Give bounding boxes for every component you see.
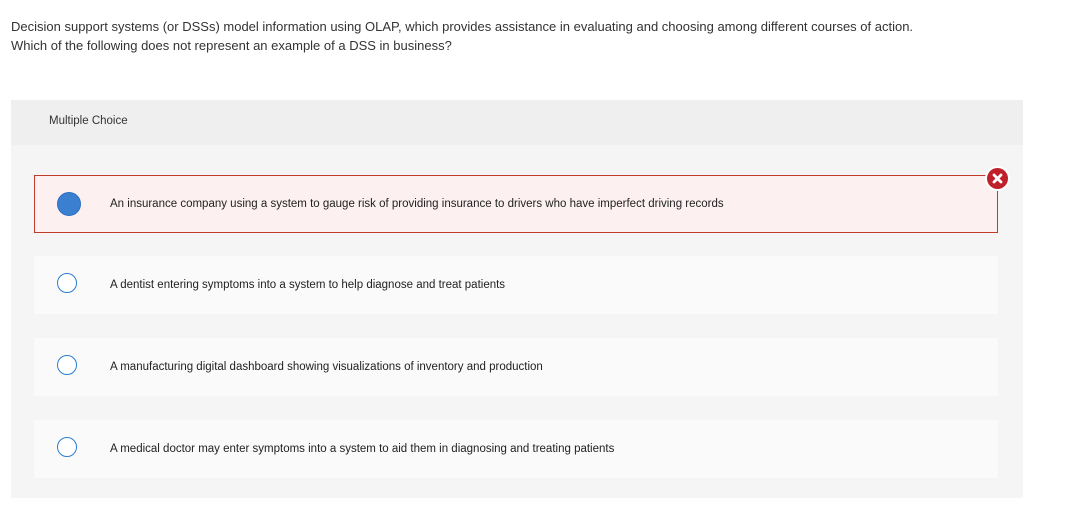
- question-line-2: Which of the following does not represen…: [11, 38, 452, 53]
- panel-header: Multiple Choice: [11, 100, 1023, 145]
- close-circle-icon: [987, 168, 1008, 189]
- option-label: An insurance company using a system to g…: [110, 198, 724, 210]
- radio-button[interactable]: [57, 437, 77, 457]
- radio-button[interactable]: [57, 355, 77, 375]
- multiple-choice-panel: Multiple Choice An insurance company usi…: [11, 100, 1023, 498]
- radio-button[interactable]: [57, 273, 77, 293]
- option-3[interactable]: A manufacturing digital dashboard showin…: [34, 338, 998, 396]
- option-4[interactable]: A medical doctor may enter symptoms into…: [34, 420, 998, 478]
- option-2[interactable]: A dentist entering symptoms into a syste…: [34, 256, 998, 314]
- radio-button-selected[interactable]: [57, 192, 81, 216]
- option-label: A medical doctor may enter symptoms into…: [110, 443, 615, 455]
- option-label: A dentist entering symptoms into a syste…: [110, 279, 506, 291]
- option-label: A manufacturing digital dashboard showin…: [110, 361, 543, 373]
- panel-title: Multiple Choice: [49, 115, 128, 127]
- option-1[interactable]: An insurance company using a system to g…: [34, 175, 998, 233]
- question-line-1: Decision support systems (or DSSs) model…: [11, 19, 914, 34]
- question-text: Decision support systems (or DSSs) model…: [11, 17, 1061, 55]
